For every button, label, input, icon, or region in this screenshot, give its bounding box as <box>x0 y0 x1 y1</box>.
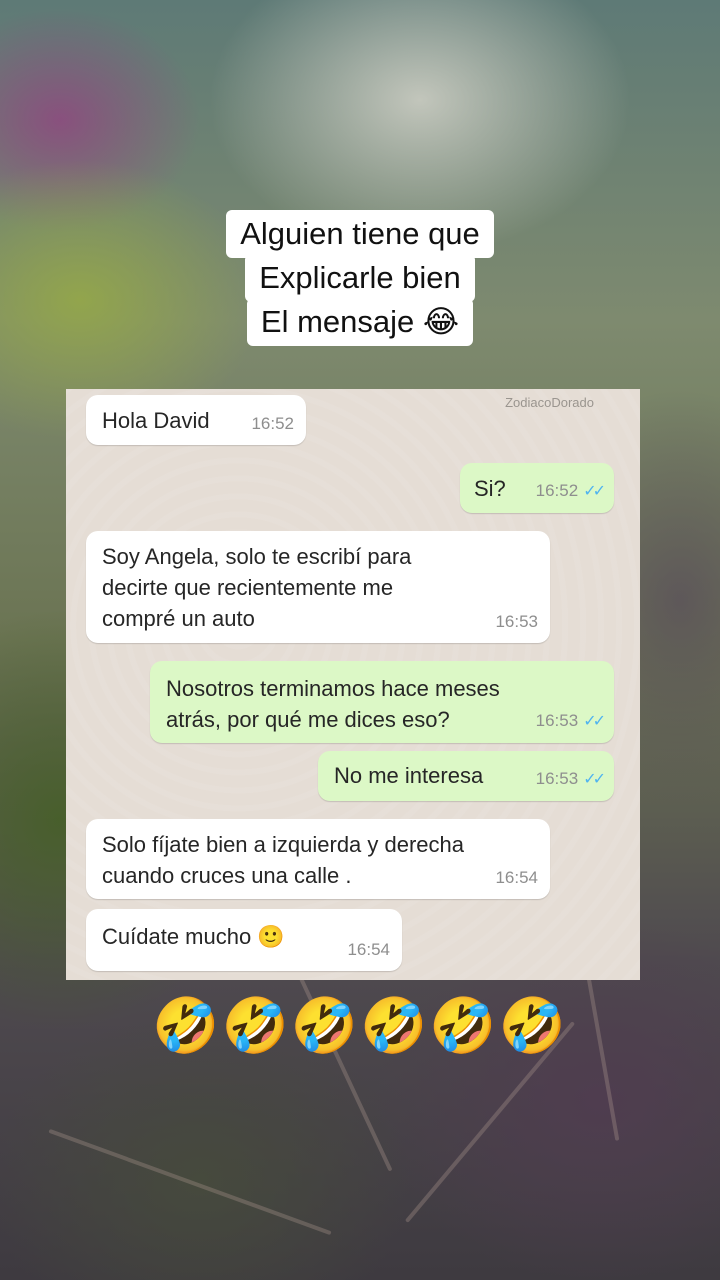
message-bubble-incoming[interactable]: Solo fíjate bien a izquierda y derecha c… <box>86 819 550 899</box>
message-bubble-outgoing[interactable]: Nosotros terminamos hace meses atrás, po… <box>150 661 614 743</box>
message-time: 16:54 <box>347 940 390 959</box>
background-branch <box>48 1128 332 1236</box>
message-text: Solo fíjate bien a izquierda y derecha c… <box>102 832 465 888</box>
chat-screenshot: ZodiacoDorado Hola David 16:52 Si? 16:52… <box>66 389 640 980</box>
message-bubble-incoming[interactable]: Soy Angela, solo te escribí para decirte… <box>86 531 550 643</box>
message-bubble-outgoing[interactable]: Si? 16:52 ✓✓ <box>460 463 614 513</box>
message-bubble-outgoing[interactable]: No me interesa 16:53 ✓✓ <box>318 751 614 801</box>
message-time: 16:53 ✓✓ <box>535 769 606 788</box>
read-ticks-icon: ✓✓ <box>583 713 606 730</box>
caption-line: Alguien tiene que <box>226 210 494 258</box>
message-text: Soy Angela, solo te escribí para decirte… <box>102 544 412 631</box>
message-time: 16:52 <box>251 414 294 433</box>
message-time: 16:54 <box>495 868 538 887</box>
message-time: 16:53 <box>495 612 538 631</box>
background-branch <box>287 952 393 1172</box>
message-bubble-incoming[interactable]: Hola David 16:52 <box>86 395 306 445</box>
caption-overlay: Alguien tiene que Explicarle bien El men… <box>0 210 720 346</box>
caption-line: Explicarle bien <box>245 254 475 302</box>
reaction-emoji-row: 🤣🤣🤣🤣🤣🤣 <box>152 996 568 1056</box>
message-time: 16:52 ✓✓ <box>535 481 606 500</box>
message-bubble-incoming[interactable]: Cuídate mucho 🙂 16:54 <box>86 909 402 971</box>
message-time: 16:53 ✓✓ <box>535 711 606 730</box>
read-ticks-icon: ✓✓ <box>583 771 606 788</box>
message-text: Nosotros terminamos hace meses atrás, po… <box>166 676 500 732</box>
watermark: ZodiacoDorado <box>505 395 594 410</box>
message-text: Cuídate mucho 🙂 <box>102 924 285 949</box>
caption-line: El mensaje 😂 <box>246 298 474 346</box>
read-ticks-icon: ✓✓ <box>583 483 606 500</box>
